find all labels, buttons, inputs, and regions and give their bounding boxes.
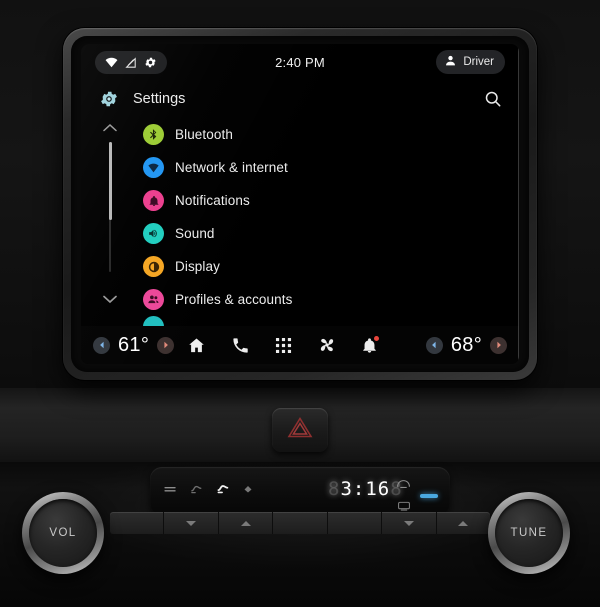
temp-down-button[interactable]	[382, 512, 437, 534]
hazard-triangle-icon	[287, 416, 313, 444]
settings-gear-icon	[99, 89, 119, 109]
app-header: Settings	[81, 82, 519, 116]
head-unit-dashboard: 2:40 PM Driver Settings Bluetooth Networ…	[0, 0, 600, 607]
climate-clock-display: 83:168	[328, 478, 403, 500]
climate-control-panel[interactable]: 83:168	[150, 467, 450, 515]
airflow-mode-indicators	[164, 481, 253, 499]
status-bar: 2:40 PM Driver	[81, 44, 519, 82]
temp-up-button[interactable]	[437, 512, 490, 534]
notifications-bell-icon[interactable]	[361, 335, 380, 354]
triangle-down-icon	[186, 520, 197, 526]
page-title: Settings	[133, 91, 186, 107]
blue-bar-indicator	[420, 494, 438, 498]
airflow-feet-icon	[190, 481, 203, 499]
driver-profile-label: Driver	[463, 56, 494, 68]
driver-profile-chip[interactable]: Driver	[436, 50, 505, 74]
driver-temperature: 61°	[118, 333, 150, 356]
driver-temp-up-button[interactable]	[157, 336, 175, 354]
list-item[interactable]: Network & internet	[81, 151, 519, 184]
person-icon	[444, 54, 457, 70]
triangle-down-icon	[403, 520, 414, 526]
fan-down-button[interactable]	[164, 512, 219, 534]
passenger-temperature: 68°	[450, 333, 482, 356]
settings-list[interactable]: Bluetooth Network & internet Notificatio…	[81, 118, 519, 332]
people-icon	[143, 289, 164, 310]
tune-knob-label: TUNE	[510, 527, 548, 539]
climate-button-strip	[110, 512, 490, 534]
triangle-up-icon	[240, 520, 251, 526]
list-item[interactable]: Display	[81, 250, 519, 283]
bell-icon	[143, 190, 164, 211]
tune-knob[interactable]: TUNE	[488, 492, 570, 574]
hazard-lights-button[interactable]	[272, 408, 328, 452]
lcd-ghost-left: 8	[328, 478, 341, 500]
passenger-temp-down-button[interactable]	[425, 336, 443, 354]
airflow-face-icon	[164, 481, 177, 499]
defrost-button-group[interactable]	[396, 476, 411, 516]
phone-icon[interactable]	[231, 336, 250, 355]
strip-segment[interactable]	[328, 512, 383, 534]
fan-icon[interactable]	[317, 335, 337, 355]
rear-defrost-icon	[396, 476, 411, 494]
home-icon[interactable]	[187, 336, 206, 355]
list-item-label: Bluetooth	[175, 127, 233, 142]
search-icon[interactable]	[483, 89, 503, 109]
screen-right-edge-glow	[518, 44, 519, 364]
network-icon	[143, 157, 164, 178]
triangle-up-icon	[458, 520, 469, 526]
passenger-temp-up-button[interactable]	[490, 336, 507, 354]
list-item[interactable]: Notifications	[81, 184, 519, 217]
volume-knob[interactable]: VOL	[22, 492, 104, 574]
bluetooth-icon	[143, 124, 164, 145]
volume-knob-label: VOL	[49, 527, 77, 539]
list-item-label: Profiles & accounts	[175, 292, 293, 307]
infotainment-screen[interactable]: 2:40 PM Driver Settings Bluetooth Networ…	[81, 44, 519, 364]
recirculate-icon	[243, 481, 253, 499]
fan-up-button[interactable]	[219, 512, 274, 534]
brightness-icon	[143, 256, 164, 277]
list-item[interactable]: Sound	[81, 217, 519, 250]
defrost-controls	[396, 476, 438, 516]
volume-knob-face: VOL	[29, 499, 97, 567]
list-item-label: Sound	[175, 226, 215, 241]
list-item[interactable]: Bluetooth	[81, 118, 519, 151]
list-item-label: Network & internet	[175, 160, 288, 175]
settings-rows: Bluetooth Network & internet Notificatio…	[81, 118, 519, 332]
speaker-icon	[143, 223, 164, 244]
list-item-label: Display	[175, 259, 220, 274]
list-item-label: Notifications	[175, 193, 250, 208]
airflow-mix-icon	[216, 481, 230, 499]
lcd-clock-value: 3:16	[340, 478, 391, 500]
bottom-nav-bar: 61° 68°	[81, 326, 519, 364]
driver-temp-down-button[interactable]	[93, 336, 110, 354]
notification-badge-dot	[374, 335, 380, 341]
apps-grid-icon[interactable]	[275, 337, 292, 354]
list-item[interactable]: Profiles & accounts	[81, 283, 519, 316]
tune-knob-face: TUNE	[495, 499, 563, 567]
strip-segment[interactable]	[273, 512, 328, 534]
strip-segment[interactable]	[110, 512, 165, 534]
